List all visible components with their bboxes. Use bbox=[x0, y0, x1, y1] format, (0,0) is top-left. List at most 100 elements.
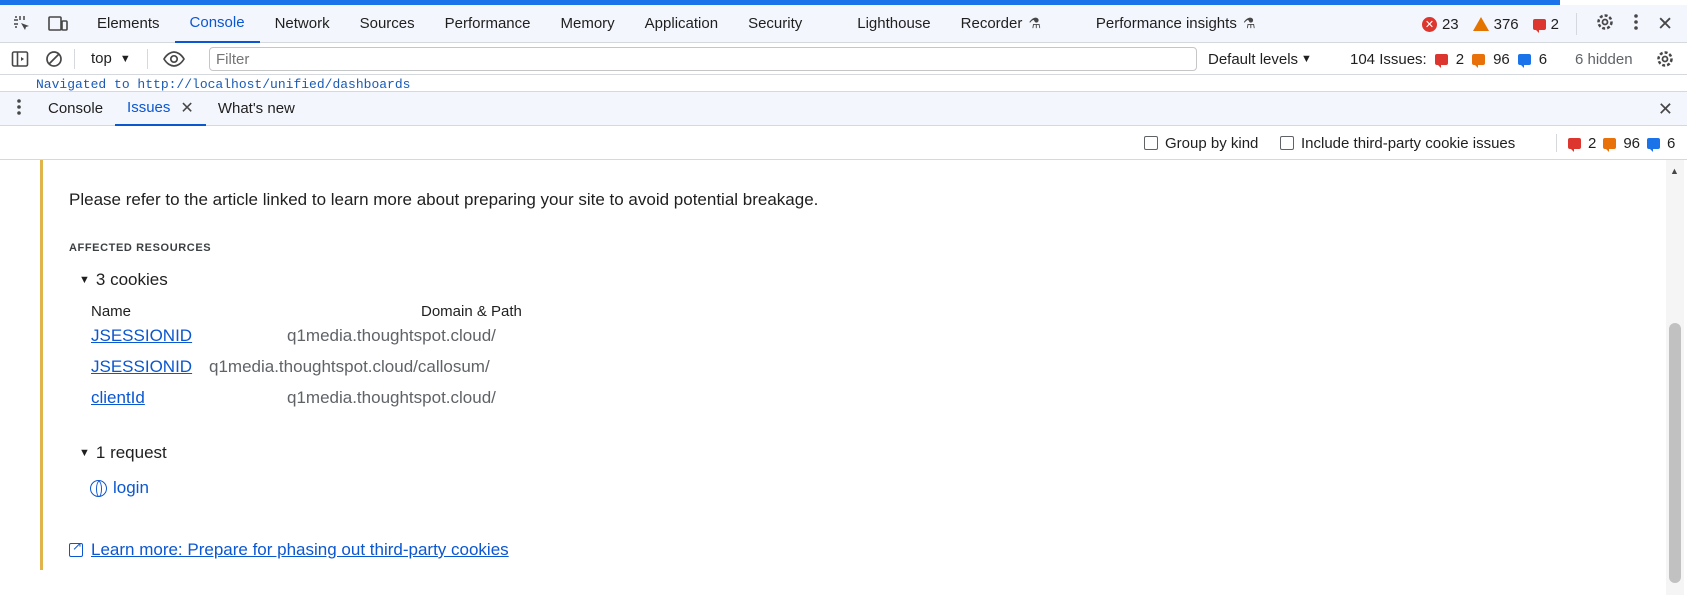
console-toolbar: top ▼ Default levels ▼ 104 Issues: 2 96 … bbox=[0, 43, 1687, 75]
clear-console-icon[interactable] bbox=[40, 45, 68, 73]
more-options-icon[interactable] bbox=[1633, 13, 1639, 35]
live-expression-eye-icon[interactable] bbox=[160, 45, 188, 73]
checkbox-box[interactable] bbox=[1144, 136, 1158, 150]
error-issue-icon bbox=[1434, 53, 1448, 68]
settings-gear-icon[interactable] bbox=[1595, 12, 1615, 36]
issue-count-value: 2 bbox=[1550, 15, 1559, 33]
info-issue-icon bbox=[1517, 53, 1531, 68]
drawer-tab-bar: Console Issues ✕ What's new ✕ bbox=[0, 91, 1687, 126]
issue-description: Please refer to the article linked to le… bbox=[69, 190, 819, 209]
learn-more-link[interactable]: Learn more: Prepare for phasing out thir… bbox=[69, 539, 509, 560]
log-levels-dropdown[interactable]: Default levels ▼ bbox=[1208, 43, 1312, 75]
close-devtools-icon[interactable]: ✕ bbox=[1657, 13, 1673, 36]
include-third-party-checkbox[interactable]: Include third-party cookie issues bbox=[1280, 126, 1515, 160]
scroll-thumb[interactable] bbox=[1669, 323, 1681, 583]
cookie-domain: q1media.thoughtspot.cloud/ bbox=[287, 388, 496, 407]
issues-counts: 2 96 6 bbox=[1556, 126, 1675, 160]
tab-performance-insights[interactable]: Performance insights ⚗ bbox=[1081, 5, 1270, 43]
close-tab-icon[interactable]: ✕ bbox=[180, 98, 193, 118]
sidebar-toggle-icon[interactable] bbox=[6, 45, 34, 73]
warning-icon bbox=[1472, 17, 1489, 31]
device-toolbar-icon[interactable] bbox=[44, 10, 72, 38]
cookie-domain: q1media.thoughtspot.cloud/ bbox=[287, 326, 496, 345]
issue-count-red: 2 bbox=[1455, 50, 1465, 68]
divider bbox=[146, 48, 148, 69]
tab-performance[interactable]: Performance bbox=[430, 5, 546, 43]
cookie-link[interactable]: clientId bbox=[91, 388, 145, 408]
issue-count-blue: 6 bbox=[1538, 50, 1548, 68]
log-levels-label: Default levels bbox=[1208, 50, 1299, 68]
network-request-icon bbox=[90, 479, 107, 497]
info-issue-icon bbox=[1647, 137, 1661, 152]
cookies-toggle-label: 3 cookies bbox=[95, 270, 168, 289]
close-drawer-icon[interactable]: ✕ bbox=[1658, 92, 1673, 127]
tab-console[interactable]: Console bbox=[174, 5, 260, 43]
cookie-link[interactable]: JSESSIONID bbox=[91, 357, 192, 377]
checkbox-box[interactable] bbox=[1280, 136, 1294, 150]
console-filter-input[interactable] bbox=[209, 47, 1197, 71]
flask-icon: ⚗ bbox=[1242, 15, 1256, 31]
error-issue-icon bbox=[1568, 137, 1581, 152]
tab-network[interactable]: Network bbox=[260, 5, 345, 43]
include-third-party-label: Include third-party cookie issues bbox=[1301, 134, 1516, 152]
issues-count-blue: 6 bbox=[1667, 134, 1676, 152]
error-count[interactable]: ✕ 23 bbox=[1421, 15, 1459, 33]
dropdown-caret-icon: ▼ bbox=[119, 52, 131, 65]
error-icon: ✕ bbox=[1421, 16, 1437, 32]
error-count-value: 23 bbox=[1441, 15, 1459, 33]
warning-count[interactable]: 376 bbox=[1472, 15, 1519, 33]
divider bbox=[1576, 13, 1578, 35]
issue-count[interactable]: 2 bbox=[1532, 15, 1559, 33]
scroll-up-icon[interactable]: ▲ bbox=[1670, 166, 1679, 176]
issues-summary-label: 104 Issues: bbox=[1350, 50, 1427, 68]
console-settings-gear-icon[interactable] bbox=[1655, 43, 1675, 75]
console-message: Navigated to http://localhost/unified/da… bbox=[36, 77, 411, 91]
hidden-messages-count: 6 hidden bbox=[1575, 50, 1633, 68]
cookies-toggle[interactable]: ▼ 3 cookies bbox=[79, 270, 168, 290]
devtools-actions: ✕ bbox=[1576, 5, 1673, 43]
tab-memory[interactable]: Memory bbox=[546, 5, 630, 43]
tab-security[interactable]: Security bbox=[733, 5, 842, 43]
expand-caret-icon: ▼ bbox=[79, 447, 90, 459]
cookie-name-header: Name bbox=[91, 303, 132, 320]
table-row: clientId q1media.thoughtspot.cloud/ bbox=[43, 388, 643, 418]
tab-recorder[interactable]: Recorder ⚗ bbox=[946, 5, 1081, 43]
cookie-domain: q1media.thoughtspot.cloud/callosum/ bbox=[209, 357, 490, 376]
tab-application[interactable]: Application bbox=[630, 5, 733, 43]
drawer-tab-console[interactable]: Console bbox=[36, 91, 115, 126]
drawer-tab-issues[interactable]: Issues ✕ bbox=[115, 91, 206, 126]
tab-sources[interactable]: Sources bbox=[345, 5, 430, 43]
dropdown-caret-icon: ▼ bbox=[1301, 53, 1312, 65]
issues-summary-button[interactable]: 104 Issues: 2 96 6 bbox=[1350, 43, 1547, 75]
flask-icon: ⚗ bbox=[1028, 15, 1041, 31]
divider bbox=[1556, 134, 1557, 152]
group-by-kind-label: Group by kind bbox=[1165, 134, 1259, 152]
tab-performance-insights-label: Performance insights bbox=[1095, 15, 1237, 32]
issues-toolbar: Group by kind Include third-party cookie… bbox=[0, 126, 1687, 160]
requests-toggle[interactable]: ▼ 1 request bbox=[79, 443, 167, 463]
tab-lighthouse[interactable]: Lighthouse bbox=[842, 5, 945, 43]
open-external-icon bbox=[69, 539, 83, 557]
scrollbar[interactable]: ▲ bbox=[1666, 160, 1684, 595]
tab-elements[interactable]: Elements bbox=[82, 5, 175, 43]
learn-more-label: Learn more: Prepare for phasing out thir… bbox=[91, 540, 509, 559]
inspect-element-icon[interactable] bbox=[8, 10, 36, 38]
context-value: top bbox=[91, 50, 112, 67]
cookie-domain-header: Domain & Path bbox=[421, 303, 522, 320]
expand-caret-icon: ▼ bbox=[79, 274, 90, 286]
table-row: JSESSIONID q1media.thoughtspot.cloud/cal… bbox=[43, 357, 643, 387]
issue-icon bbox=[1532, 18, 1546, 33]
bottom-spacer bbox=[0, 570, 1666, 595]
requests-toggle-label: 1 request bbox=[95, 443, 167, 462]
issues-count-orange: 96 bbox=[1623, 134, 1641, 152]
context-selector[interactable]: top ▼ bbox=[81, 50, 141, 67]
cookie-link[interactable]: JSESSIONID bbox=[91, 326, 192, 346]
status-counts[interactable]: ✕ 23 376 2 bbox=[1421, 5, 1559, 43]
drawer-menu-icon[interactable] bbox=[16, 98, 22, 120]
affected-resources-heading: AFFECTED RESOURCES bbox=[69, 242, 212, 254]
drawer-tab-whats-new[interactable]: What's new bbox=[206, 91, 307, 126]
group-by-kind-checkbox[interactable]: Group by kind bbox=[1144, 126, 1258, 160]
issues-count-red: 2 bbox=[1588, 134, 1597, 152]
request-link[interactable]: login bbox=[90, 478, 149, 498]
warning-count-value: 376 bbox=[1493, 15, 1519, 33]
